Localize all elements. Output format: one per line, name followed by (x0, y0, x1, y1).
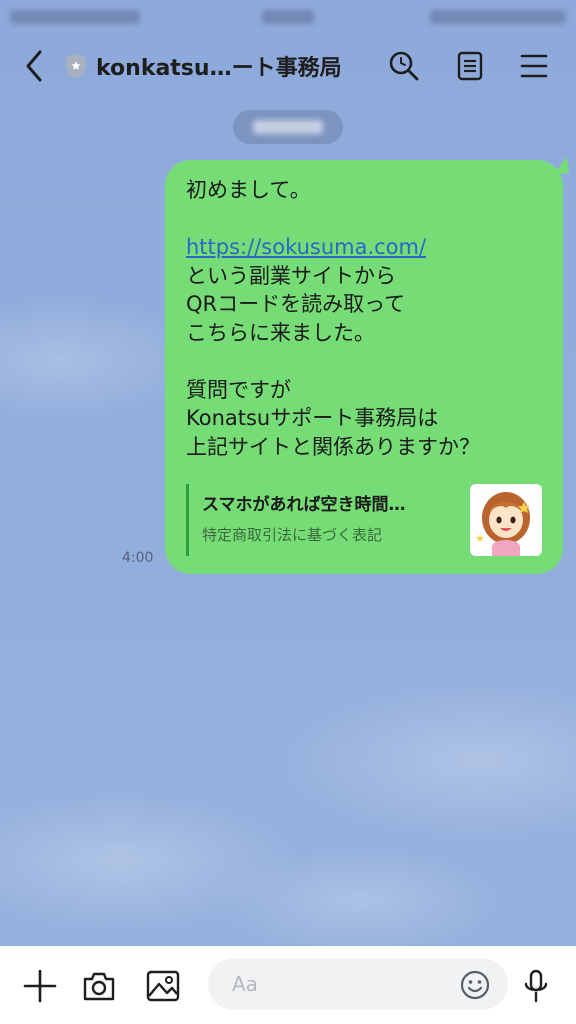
emoji-button[interactable] (458, 968, 492, 1002)
message-line: Konatsuサポート事務局は (186, 406, 439, 430)
message-input[interactable]: Aa (208, 958, 508, 1010)
search-icon (389, 51, 419, 81)
back-button[interactable] (16, 46, 52, 86)
menu-icon (520, 54, 548, 78)
message-bubble[interactable]: 初めまして。 https://sokusuma.com/ という副業サイトから … (165, 160, 563, 574)
link-preview-subtitle: 特定商取引法に基づく表記 (202, 526, 383, 544)
emoji-icon (460, 970, 490, 1000)
message-text: 初めまして。 https://sokusuma.com/ という副業サイトから … (186, 176, 543, 461)
shield-badge-icon (66, 54, 86, 78)
message-line: 質問ですが (186, 377, 291, 402)
status-bar (0, 0, 576, 32)
link-preview-title: スマホがあれば空き時間… (202, 495, 406, 515)
add-button[interactable] (20, 966, 60, 1006)
notes-button[interactable] (450, 46, 490, 86)
voice-button[interactable] (516, 966, 556, 1006)
plus-icon (23, 969, 57, 1003)
back-chevron-icon (26, 50, 42, 82)
message-line: https://sokusuma.com/ (186, 233, 543, 262)
message-line: QRコードを読み取って (186, 292, 406, 316)
image-button[interactable] (142, 966, 184, 1006)
message-input-placeholder: Aa (232, 972, 258, 996)
camera-icon (83, 972, 115, 1001)
link-preview-thumbnail (470, 484, 542, 556)
chat-title-area[interactable]: konkatsu…ート事務局 (64, 48, 342, 84)
link-preview-bar (186, 484, 189, 556)
date-blur (253, 120, 323, 134)
chat-header: konkatsu…ート事務局 (0, 32, 576, 100)
search-button[interactable] (384, 46, 424, 86)
image-icon (146, 970, 180, 1002)
status-carrier-blur (10, 10, 140, 24)
microphone-icon (524, 969, 548, 1003)
cartoon-girl-image (470, 484, 542, 556)
status-time-blur (262, 10, 314, 24)
camera-button[interactable] (78, 966, 120, 1006)
message-link[interactable]: https://sokusuma.com/ (186, 235, 426, 259)
menu-button[interactable] (514, 46, 554, 86)
message-line: こちらに来ました。 (186, 320, 375, 345)
message-line: 初めまして。 (186, 178, 311, 202)
message-line (186, 347, 543, 376)
chat-title: konkatsu…ート事務局 (96, 56, 342, 81)
message-line (186, 205, 543, 234)
notes-icon (457, 51, 483, 81)
input-bar: Aa (0, 946, 576, 1024)
date-separator (233, 110, 343, 144)
message-line: という副業サイトから (186, 263, 396, 288)
message-line: 上記サイトと関係ありますか？ (186, 434, 480, 459)
status-indicators-blur (430, 10, 566, 24)
link-preview[interactable]: スマホがあれば空き時間… 特定商取引法に基づく表記 (186, 484, 542, 558)
message-timestamp: 4:00 (122, 550, 154, 566)
